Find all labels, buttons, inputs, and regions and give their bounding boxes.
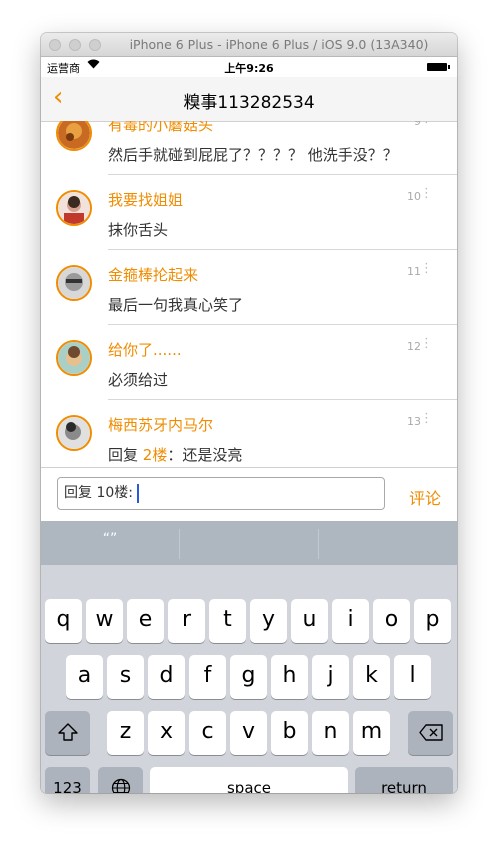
comment-row[interactable]: 金箍棒抡起来 11 ⋮ 最后一句我真心笑了 [41,250,457,325]
prediction-suggestion-1[interactable]: “” [41,521,179,565]
comment-row[interactable]: 有毒的小蘑菇头 9 ⋮ 然后手就碰到屁屁了？？？？ 他洗手没？？ [41,121,457,175]
key-q[interactable]: q [45,599,82,643]
comment-row[interactable]: 我要找姐姐 10 ⋮ 抹你舌头 [41,175,457,250]
delete-backspace-icon [418,723,443,741]
reply-input[interactable]: 回复 10楼: [57,477,385,510]
minimize-window-button[interactable] [69,39,81,51]
key-o[interactable]: o [373,599,410,643]
comment-text: 然后手就碰到屁屁了？？？？ 他洗手没？？ [108,146,398,164]
comment-author[interactable]: 金箍棒抡起来 [108,264,198,285]
floor-number: 12 [407,340,421,353]
key-z[interactable]: z [107,711,144,755]
reply-floor-link[interactable]: 2楼 [143,446,168,464]
comment-author[interactable]: 我要找姐姐 [108,189,183,210]
comment-author[interactable]: 梅西苏牙内马尔 [108,414,213,435]
navigation-bar: ‹ 糗事113282534 [41,77,457,122]
globe-key[interactable] [98,767,143,793]
key-a[interactable]: a [66,655,103,699]
comment-button[interactable]: 评论 [409,485,441,509]
key-x[interactable]: x [148,711,185,755]
zoom-window-button[interactable] [89,39,101,51]
reply-input-value: 回复 10楼: [64,485,133,501]
key-c[interactable]: c [189,711,226,755]
reply-text: ：还是没亮 [167,446,243,464]
key-r[interactable]: r [168,599,205,643]
close-window-button[interactable] [49,39,61,51]
comment-input-bar: 回复 10楼: 评论 [41,467,457,522]
key-p[interactable]: p [414,599,451,643]
prediction-suggestion-2[interactable] [180,521,318,565]
prediction-bar: “” [41,521,457,565]
shift-key[interactable] [45,711,90,755]
more-options-icon[interactable]: ⋮ [420,337,433,351]
globe-icon [111,778,130,793]
system-keyboard: “” q w e r t y u i o p a s d f g h j k l [41,521,457,793]
comment-list[interactable]: 有毒的小蘑菇头 9 ⋮ 然后手就碰到屁屁了？？？？ 他洗手没？？ 我要找姐姐 1… [41,121,457,467]
comment-text: 最后一句我真心笑了 [108,296,244,314]
return-key[interactable]: return [355,767,453,793]
key-j[interactable]: j [312,655,349,699]
window-titlebar: iPhone 6 Plus - iPhone 6 Plus / iOS 9.0 … [41,33,457,57]
key-w[interactable]: w [86,599,123,643]
numbers-key[interactable]: 123 [45,767,90,793]
comment-text: 抹你舌头 [108,221,169,239]
comment-author[interactable]: 有毒的小蘑菇头 [108,121,213,135]
window-title: iPhone 6 Plus - iPhone 6 Plus / iOS 9.0 … [129,37,429,52]
reply-prefix: 回复 [108,446,143,464]
key-s[interactable]: s [107,655,144,699]
avatar[interactable] [56,415,92,451]
avatar[interactable] [56,265,92,301]
comment-text: 回复 2楼：还是没亮 [108,444,242,465]
status-time: 上午9:26 [224,62,274,75]
shift-arrow-icon [57,723,78,741]
key-b[interactable]: b [271,711,308,755]
space-key[interactable]: space [150,767,348,793]
key-k[interactable]: k [353,655,390,699]
avatar[interactable] [56,121,92,151]
key-n[interactable]: n [312,711,349,755]
key-l[interactable]: l [394,655,431,699]
comment-author[interactable]: 给你了...... [108,339,182,360]
delete-key[interactable] [408,711,453,755]
key-m[interactable]: m [353,711,390,755]
key-u[interactable]: u [291,599,328,643]
comment-row[interactable]: 给你了...... 12 ⋮ 必须给过 [41,325,457,400]
more-options-icon[interactable]: ⋮ [420,262,433,276]
simulator-window: iPhone 6 Plus - iPhone 6 Plus / iOS 9.0 … [41,33,457,793]
status-bar: 运营商 上午9:26 [41,57,457,77]
more-options-icon[interactable]: ⋮ [420,187,433,201]
key-e[interactable]: e [127,599,164,643]
avatar[interactable] [56,340,92,376]
key-f[interactable]: f [189,655,226,699]
floor-number: 10 [407,190,421,203]
prediction-suggestion-3[interactable] [319,521,457,565]
text-cursor [136,483,139,503]
comment-row[interactable]: 梅西苏牙内马尔 13 ⋮ 回复 2楼：还是没亮 [41,400,457,467]
more-options-icon[interactable]: ⋮ [420,121,433,126]
floor-number: 11 [407,265,421,278]
more-options-icon[interactable]: ⋮ [420,412,433,426]
key-h[interactable]: h [271,655,308,699]
device-screen: 运营商 上午9:26 ‹ 糗事113282534 有毒的小蘑菇头 9 ⋮ 然后手… [41,57,457,793]
battery-full-icon [427,63,450,71]
key-g[interactable]: g [230,655,267,699]
floor-number: 13 [407,415,421,428]
comment-text: 必须给过 [108,371,169,389]
key-i[interactable]: i [332,599,369,643]
page-title: 糗事113282534 [183,93,315,113]
key-d[interactable]: d [148,655,185,699]
key-t[interactable]: t [209,599,246,643]
avatar[interactable] [56,190,92,226]
key-v[interactable]: v [230,711,267,755]
key-y[interactable]: y [250,599,287,643]
